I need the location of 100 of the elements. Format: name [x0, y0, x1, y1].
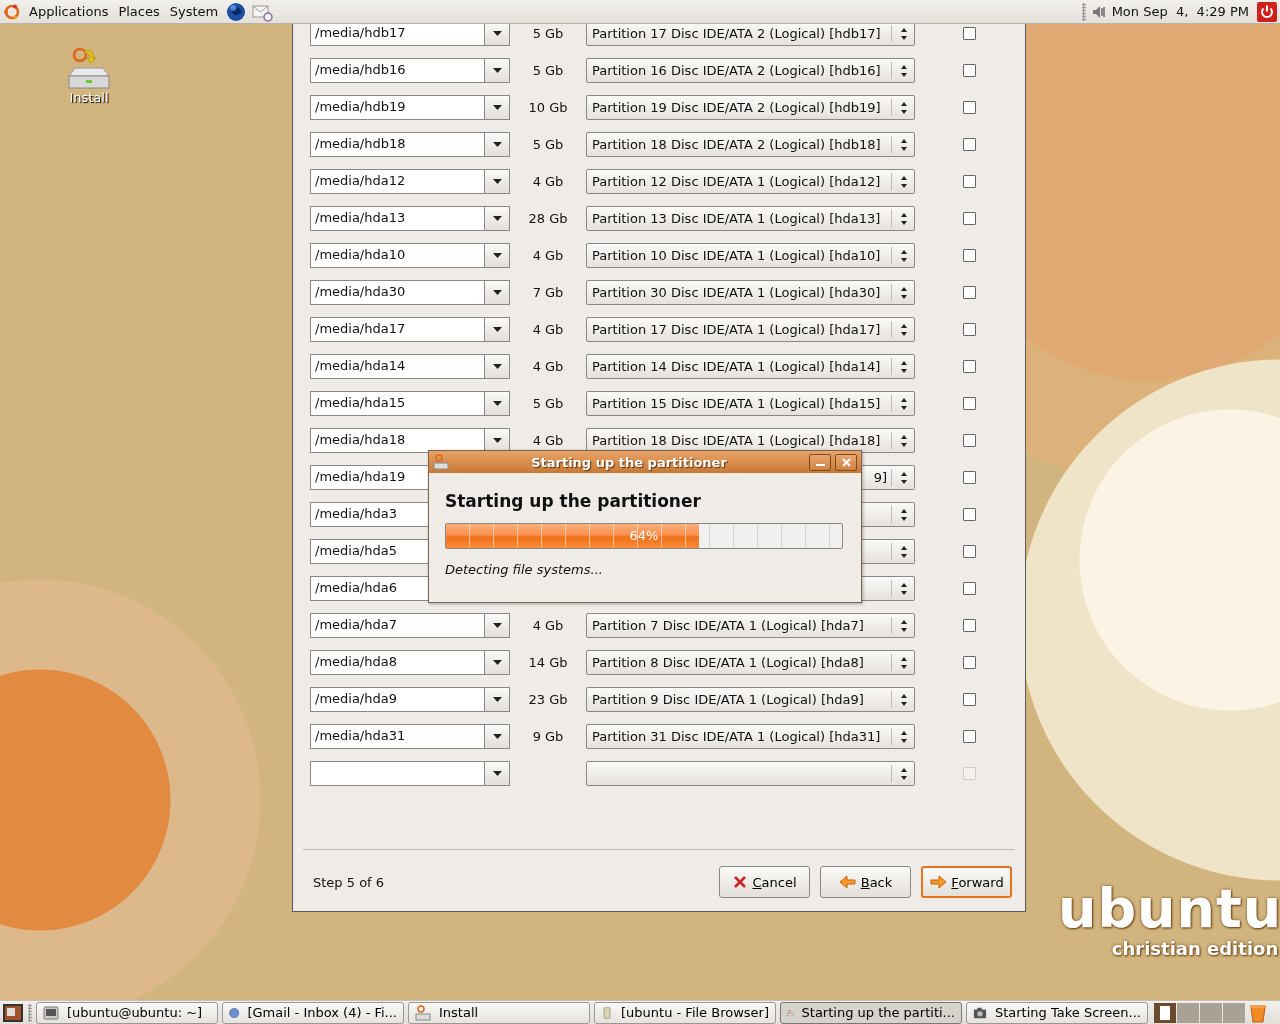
forward-button[interactable]: Forward: [921, 866, 1012, 898]
mount-field[interactable]: [310, 761, 485, 786]
partition-dropdown[interactable]: Partition 8 Disc IDE/ATA 1 (Logical) [hda8]: [586, 650, 915, 675]
dropdown-button[interactable]: [485, 58, 510, 83]
partition-dropdown[interactable]: Partition 19 Disc IDE/ATA 2 (Logical) [hdb19]: [586, 95, 915, 120]
size-label: 4 Gb: [531, 433, 565, 448]
dropdown-button[interactable]: [485, 317, 510, 342]
dropdown-button[interactable]: [485, 280, 510, 305]
size-label: 23 Gb: [527, 692, 569, 707]
taskbar-button[interactable]: Install: [408, 1001, 590, 1024]
dropdown-button[interactable]: [485, 132, 510, 157]
partition-dropdown[interactable]: [862, 539, 915, 564]
drive-icon[interactable]: [65, 46, 113, 90]
dropdown-button[interactable]: [485, 687, 510, 712]
mount-field[interactable]: /media/hda7: [310, 613, 485, 638]
checkbox[interactable]: [962, 434, 976, 447]
mount-field[interactable]: /media/hda8: [310, 650, 485, 675]
checkbox[interactable]: [962, 27, 976, 40]
checkbox[interactable]: [962, 64, 976, 77]
checkbox[interactable]: [962, 138, 976, 151]
checkbox[interactable]: [962, 471, 976, 484]
cancel-button[interactable]: Cancel: [719, 866, 810, 898]
panel-menu[interactable]: Applications: [27, 4, 111, 19]
checkbox[interactable]: [962, 508, 976, 521]
mount-field[interactable]: /media/hda31: [310, 724, 485, 749]
workspace[interactable]: [1154, 1002, 1176, 1023]
partition-dropdown[interactable]: Partition 15 Disc IDE/ATA 1 (Logical) [hda15]: [586, 391, 915, 416]
mount-field[interactable]: /media/hdb16: [310, 58, 485, 83]
mount-field[interactable]: /media/hda13: [310, 206, 485, 231]
taskbar-button[interactable]: [ubuntu@ubuntu: ~]: [36, 1001, 218, 1024]
minimize-button[interactable]: [809, 453, 831, 471]
dropdown-button[interactable]: [485, 391, 510, 416]
taskbar-button[interactable]: Starting Take Screen...: [966, 1001, 1148, 1024]
checkbox[interactable]: [962, 656, 976, 669]
checkbox[interactable]: [962, 101, 976, 114]
partition-dropdown[interactable]: Partition 13 Disc IDE/ATA 1 (Logical) [hda13]: [586, 206, 915, 231]
partition-dropdown[interactable]: [862, 502, 915, 527]
trash-icon[interactable]: [1249, 1002, 1267, 1023]
partition-dropdown[interactable]: Partition 14 Disc IDE/ATA 1 (Logical) [hda14]: [586, 354, 915, 379]
mount-field[interactable]: /media/hdb19: [310, 95, 485, 120]
mount-field[interactable]: /media/hda15: [310, 391, 485, 416]
mount-field[interactable]: /media/hda17: [310, 317, 485, 342]
partition-dropdown[interactable]: Partition 9 Disc IDE/ATA 1 (Logical) [hda9]: [586, 687, 915, 712]
partition-dropdown[interactable]: Partition 17 Disc IDE/ATA 1 (Logical) [hda17]: [586, 317, 915, 342]
mount-field[interactable]: /media/hda14: [310, 354, 485, 379]
checkbox[interactable]: [962, 175, 976, 188]
drag-handle[interactable]: [1081, 2, 1086, 21]
dropdown-button[interactable]: [485, 761, 510, 786]
dropdown-button[interactable]: [485, 169, 510, 194]
checkbox[interactable]: [962, 619, 976, 632]
size-label: 5 Gb: [531, 396, 565, 411]
mount-field[interactable]: /media/hda18: [310, 428, 485, 453]
checkbox[interactable]: [962, 212, 976, 225]
size-label: 5 Gb: [531, 63, 565, 78]
taskbar-button[interactable]: Starting up the partiti...: [780, 1001, 962, 1024]
partition-dropdown[interactable]: Partition 10 Disc IDE/ATA 1 (Logical) [hda10]: [586, 243, 915, 268]
checkbox[interactable]: [962, 249, 976, 262]
partition-dropdown[interactable]: Partition 30 Disc IDE/ATA 1 (Logical) [hda30]: [586, 280, 915, 305]
panel-menu[interactable]: System: [167, 4, 221, 19]
workspace-switcher[interactable]: [1154, 1002, 1245, 1023]
mount-field[interactable]: /media/hda30: [310, 280, 485, 305]
checkbox[interactable]: [962, 582, 976, 595]
partition-dropdown[interactable]: Partition 31 Disc IDE/ATA 1 (Logical) [hda31]: [586, 724, 915, 749]
speaker-icon[interactable]: [1091, 4, 1106, 19]
checkbox[interactable]: [962, 397, 976, 410]
mount-field[interactable]: /media/hda9: [310, 687, 485, 712]
partition-dropdown[interactable]: 9]: [862, 465, 915, 490]
mount-field[interactable]: /media/hdb18: [310, 132, 485, 157]
checkbox[interactable]: [962, 730, 976, 743]
show-desktop-icon[interactable]: [2, 1002, 24, 1023]
drag-handle[interactable]: [28, 1003, 32, 1022]
partition-dropdown[interactable]: Partition 12 Disc IDE/ATA 1 (Logical) [hda12]: [586, 169, 915, 194]
globe-icon[interactable]: [226, 1, 247, 22]
dropdown-button[interactable]: [485, 613, 510, 638]
mount-field[interactable]: /media/hda12: [310, 169, 485, 194]
dropdown-button[interactable]: [485, 650, 510, 675]
checkbox[interactable]: [962, 360, 976, 373]
partition-dropdown[interactable]: Partition 16 Disc IDE/ATA 2 (Logical) [hdb16]: [586, 58, 915, 83]
taskbar-button[interactable]: [Gmail - Inbox (4) - Fi...: [222, 1001, 404, 1024]
power-icon[interactable]: [1257, 1, 1277, 22]
partition-dropdown[interactable]: [862, 576, 915, 601]
size-label: 4 Gb: [531, 359, 565, 374]
clock[interactable]: Mon Sep 4, 4:29 PM: [1111, 4, 1249, 19]
checkbox[interactable]: [962, 286, 976, 299]
dropdown-button[interactable]: [485, 206, 510, 231]
dropdown-button[interactable]: [485, 724, 510, 749]
dropdown-button[interactable]: [485, 95, 510, 120]
mount-field[interactable]: /media/hda10: [310, 243, 485, 268]
back-button[interactable]: Back: [820, 866, 911, 898]
checkbox[interactable]: [962, 693, 976, 706]
checkbox[interactable]: [962, 323, 976, 336]
ubuntu-logo-icon[interactable]: [3, 2, 21, 21]
panel-menu[interactable]: Places: [116, 4, 162, 19]
dropdown-button[interactable]: [485, 354, 510, 379]
partition-dropdown[interactable]: Partition 18 Disc IDE/ATA 2 (Logical) [hdb18]: [586, 132, 915, 157]
dropdown-button[interactable]: [485, 243, 510, 268]
checkbox[interactable]: [962, 545, 976, 558]
taskbar-button[interactable]: [ubuntu - File Browser]: [594, 1001, 776, 1024]
close-button[interactable]: [835, 453, 857, 471]
partition-dropdown[interactable]: Partition 7 Disc IDE/ATA 1 (Logical) [hda7]: [586, 613, 915, 638]
